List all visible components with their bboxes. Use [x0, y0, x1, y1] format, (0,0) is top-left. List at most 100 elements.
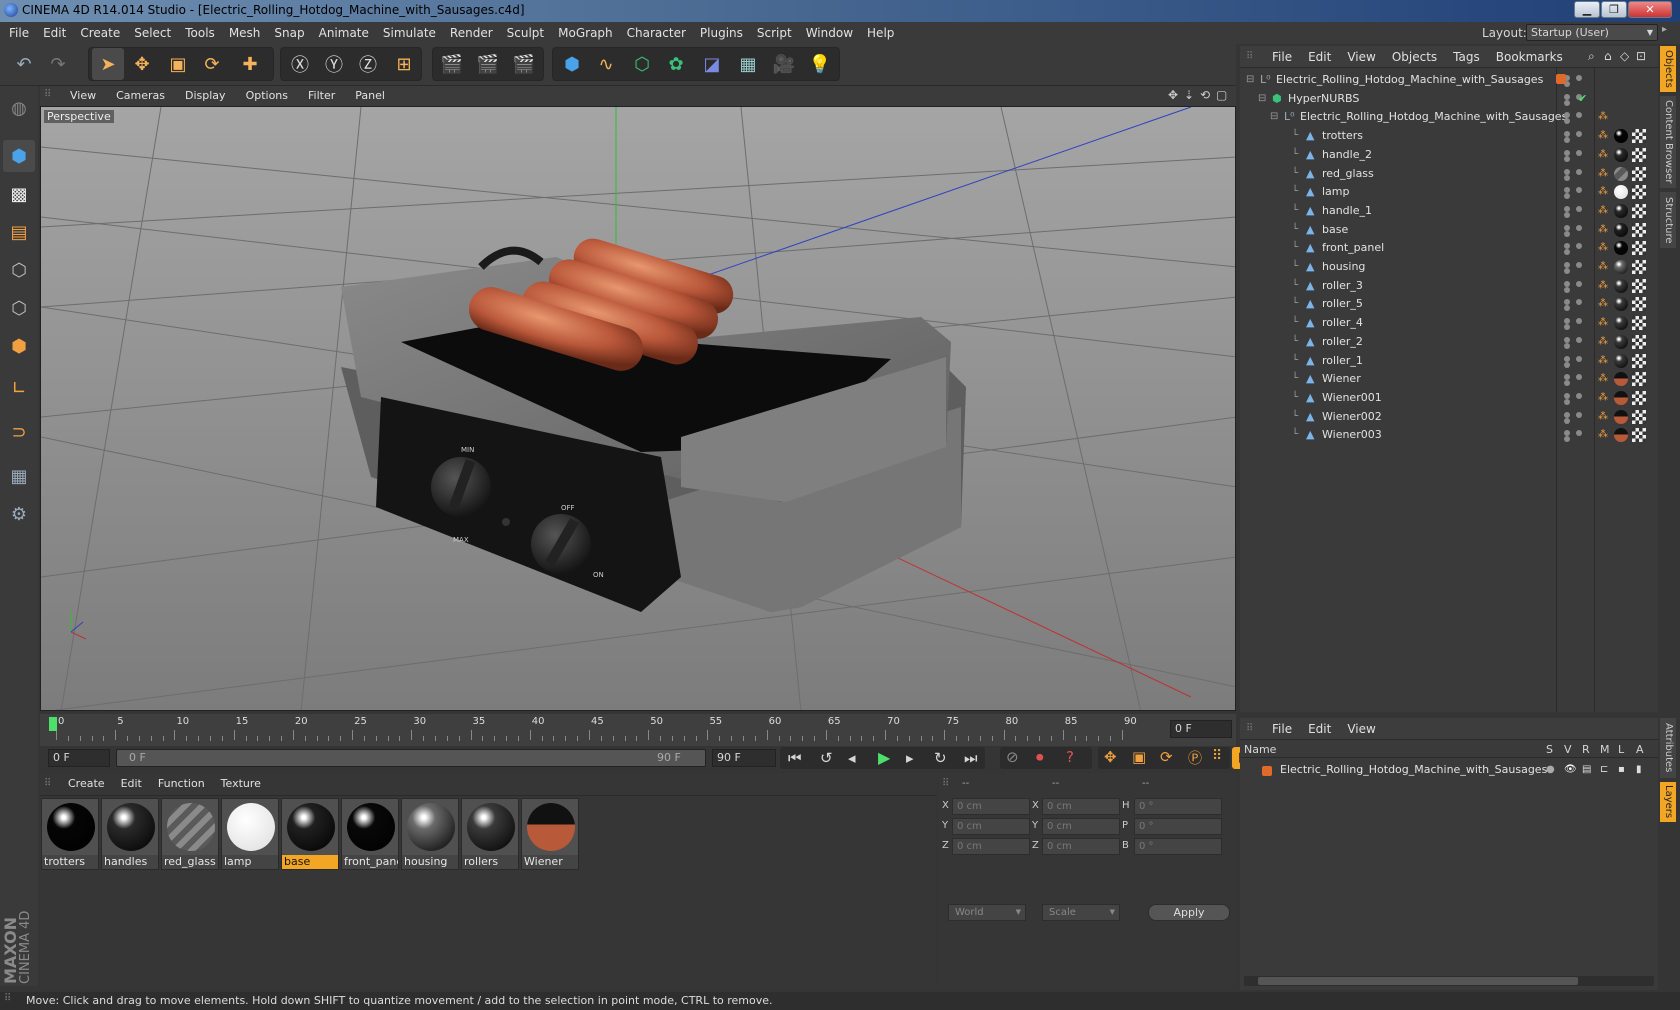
timeline-ruler[interactable]: 0 5 10 15 20 25 30 35 40 45 50 55 60 65 70 75 80 85 90 0 F — [40, 714, 1236, 746]
uvw-tag-icon[interactable] — [1632, 147, 1646, 162]
layer-menu-file[interactable]: File — [1264, 718, 1300, 740]
pan-view-icon[interactable]: ✥ — [1168, 88, 1178, 102]
render-settings-button[interactable]: 🎬 — [508, 48, 540, 80]
x-axis-lock-button[interactable]: Ⓧ — [284, 48, 316, 80]
workplane-lock-button[interactable]: ⚙ — [3, 498, 35, 530]
material-tag-icon[interactable] — [1614, 147, 1628, 162]
material-tag-icon[interactable] — [1614, 372, 1628, 387]
keyframe-selection-icon[interactable]: ? — [1066, 748, 1074, 766]
material-tag-icon[interactable] — [1614, 129, 1628, 144]
menu-create[interactable]: Create — [73, 22, 127, 44]
render-visibility-dot[interactable] — [1564, 436, 1570, 443]
render-visibility-dot[interactable] — [1564, 137, 1570, 144]
layer-horizontal-scrollbar[interactable] — [1244, 976, 1654, 986]
phong-tag-icon[interactable]: ⁂ — [1598, 332, 1608, 352]
material-rollers[interactable]: rollers — [461, 798, 519, 870]
render-picture-viewer-button[interactable]: 🎬 — [472, 48, 504, 80]
viewport-menu-cameras[interactable]: Cameras — [106, 86, 175, 106]
object-row[interactable]: └ ▲ red_glass ⁂ — [1240, 164, 1658, 184]
layer-column-a[interactable]: A — [1636, 743, 1644, 756]
next-key-icon[interactable]: ↻ — [934, 749, 947, 767]
material-trotters[interactable]: trotters — [41, 798, 99, 870]
menu-sculpt[interactable]: Sculpt — [500, 22, 551, 44]
object-row[interactable]: ⊟ L⁰ Electric_Rolling_Hotdog_Machine_with_… — [1240, 70, 1658, 90]
layer-dot[interactable] — [1576, 355, 1582, 362]
phong-tag-icon[interactable]: ⁂ — [1598, 407, 1608, 427]
layer-dot[interactable] — [1576, 374, 1582, 381]
previous-frame-icon[interactable]: ◂ — [848, 749, 856, 767]
record-active-icon[interactable]: ⊘ — [1006, 748, 1019, 766]
expand-toggle-icon[interactable]: ⊟ — [1270, 107, 1278, 127]
layer-column-s[interactable]: S — [1546, 743, 1553, 756]
layer-dot[interactable] — [1576, 411, 1582, 418]
go-to-end-icon[interactable]: ⏭ — [964, 749, 978, 767]
uvw-tag-icon[interactable] — [1632, 241, 1646, 256]
key-scale-icon[interactable]: ▣ — [1132, 748, 1146, 766]
layer-dot[interactable] — [1576, 392, 1582, 399]
menu-scroll-icon[interactable]: ▸ — [1662, 24, 1678, 42]
layer-column-l[interactable]: L — [1618, 743, 1624, 756]
uvw-tag-icon[interactable] — [1632, 166, 1646, 181]
spline-button[interactable]: ∿ — [590, 48, 622, 80]
phong-tag-icon[interactable]: ⁂ — [1598, 425, 1608, 445]
playhead[interactable] — [49, 717, 57, 731]
new-window-icon[interactable]: ⊡ — [1636, 49, 1646, 63]
object-row[interactable]: └ ▲ roller_1 ⁂ — [1240, 351, 1658, 371]
key-parameter-icon[interactable]: Ⓟ — [1188, 748, 1202, 768]
layer-solo-icon[interactable]: ● — [1546, 760, 1555, 780]
object-row[interactable]: └ ▲ front_panel ⁂ — [1240, 238, 1658, 258]
phong-tag-icon[interactable]: ⁂ — [1598, 201, 1608, 221]
render-view-button[interactable]: 🎬 — [436, 48, 468, 80]
tab-attributes[interactable]: Attributes — [1660, 718, 1676, 778]
tab-layers[interactable]: Layers — [1660, 782, 1676, 822]
object-row[interactable]: └ ▲ trotters ⁂ — [1240, 126, 1658, 146]
coord-value-field[interactable]: 0 cm — [1042, 838, 1120, 855]
render-visibility-dot[interactable] — [1564, 398, 1570, 405]
viewport-menu-filter[interactable]: Filter — [298, 86, 345, 106]
z-axis-lock-button[interactable]: Ⓩ — [352, 48, 384, 80]
layer-row[interactable]: Electric_Rolling_Hotdog_Machine_with_Sau… — [1240, 760, 1658, 780]
object-row[interactable]: └ ▲ roller_2 ⁂ — [1240, 332, 1658, 352]
object-row[interactable]: ⊟ L⁰ Electric_Rolling_Hotdog_Machine_with_… — [1240, 107, 1658, 127]
menu-simulate[interactable]: Simulate — [376, 22, 443, 44]
menu-script[interactable]: Script — [750, 22, 799, 44]
enabled-check-icon[interactable]: ✔ — [1578, 89, 1587, 109]
menu-character[interactable]: Character — [620, 22, 693, 44]
3d-viewport[interactable]: MIN MAX OFF ON — [40, 106, 1236, 711]
layer-dot[interactable] — [1576, 280, 1582, 287]
tweak-mode-button[interactable]: ⊃ — [3, 416, 35, 448]
layer-column-r[interactable]: R — [1582, 743, 1590, 756]
layer-visible-icon[interactable]: 👁 — [1564, 760, 1577, 780]
phong-tag-icon[interactable]: ⁂ — [1598, 145, 1608, 165]
menu-render[interactable]: Render — [443, 22, 500, 44]
material-tag-icon[interactable] — [1614, 166, 1628, 181]
editor-visibility-dot[interactable] — [1564, 355, 1570, 362]
viewport-menu-options[interactable]: Options — [236, 86, 298, 106]
viewport-menu-display[interactable]: Display — [175, 86, 236, 106]
coord-value-field[interactable]: 0 cm — [952, 798, 1030, 815]
material-tag-icon[interactable] — [1614, 316, 1628, 331]
previous-key-icon[interactable]: ↺ — [820, 749, 833, 767]
layer-column-m[interactable]: M — [1600, 743, 1610, 756]
phong-tag-icon[interactable]: ⁂ — [1598, 182, 1608, 202]
uvw-tag-icon[interactable] — [1632, 222, 1646, 237]
coord-value-field[interactable]: 0 cm — [1042, 798, 1120, 815]
autokey-icon[interactable]: ⏺ — [1036, 748, 1044, 766]
home-icon[interactable]: ⌂ — [1604, 49, 1612, 63]
axis-mode-button[interactable]: ∟ — [3, 372, 35, 404]
object-row[interactable]: └ ▲ Wiener002 ⁂ — [1240, 407, 1658, 427]
object-row[interactable]: └ ▲ lamp ⁂ — [1240, 182, 1658, 202]
layer-color-swatch[interactable] — [1556, 74, 1566, 84]
render-visibility-dot[interactable] — [1564, 417, 1570, 424]
phong-tag-icon[interactable]: ⁂ — [1598, 276, 1608, 296]
layer-render-icon[interactable]: ▤ — [1582, 760, 1591, 780]
render-visibility-dot[interactable] — [1564, 249, 1570, 256]
apply-button[interactable]: Apply — [1148, 904, 1230, 921]
layer-dot[interactable] — [1576, 299, 1582, 306]
layer-dot[interactable] — [1576, 168, 1582, 175]
uvw-tag-icon[interactable] — [1632, 203, 1646, 218]
redo-button[interactable]: ↷ — [42, 48, 74, 80]
render-visibility-dot[interactable] — [1564, 342, 1570, 349]
scale-tool-button[interactable]: ▣ — [162, 48, 194, 80]
coordinate-space-select[interactable]: World ▼ — [948, 904, 1026, 921]
